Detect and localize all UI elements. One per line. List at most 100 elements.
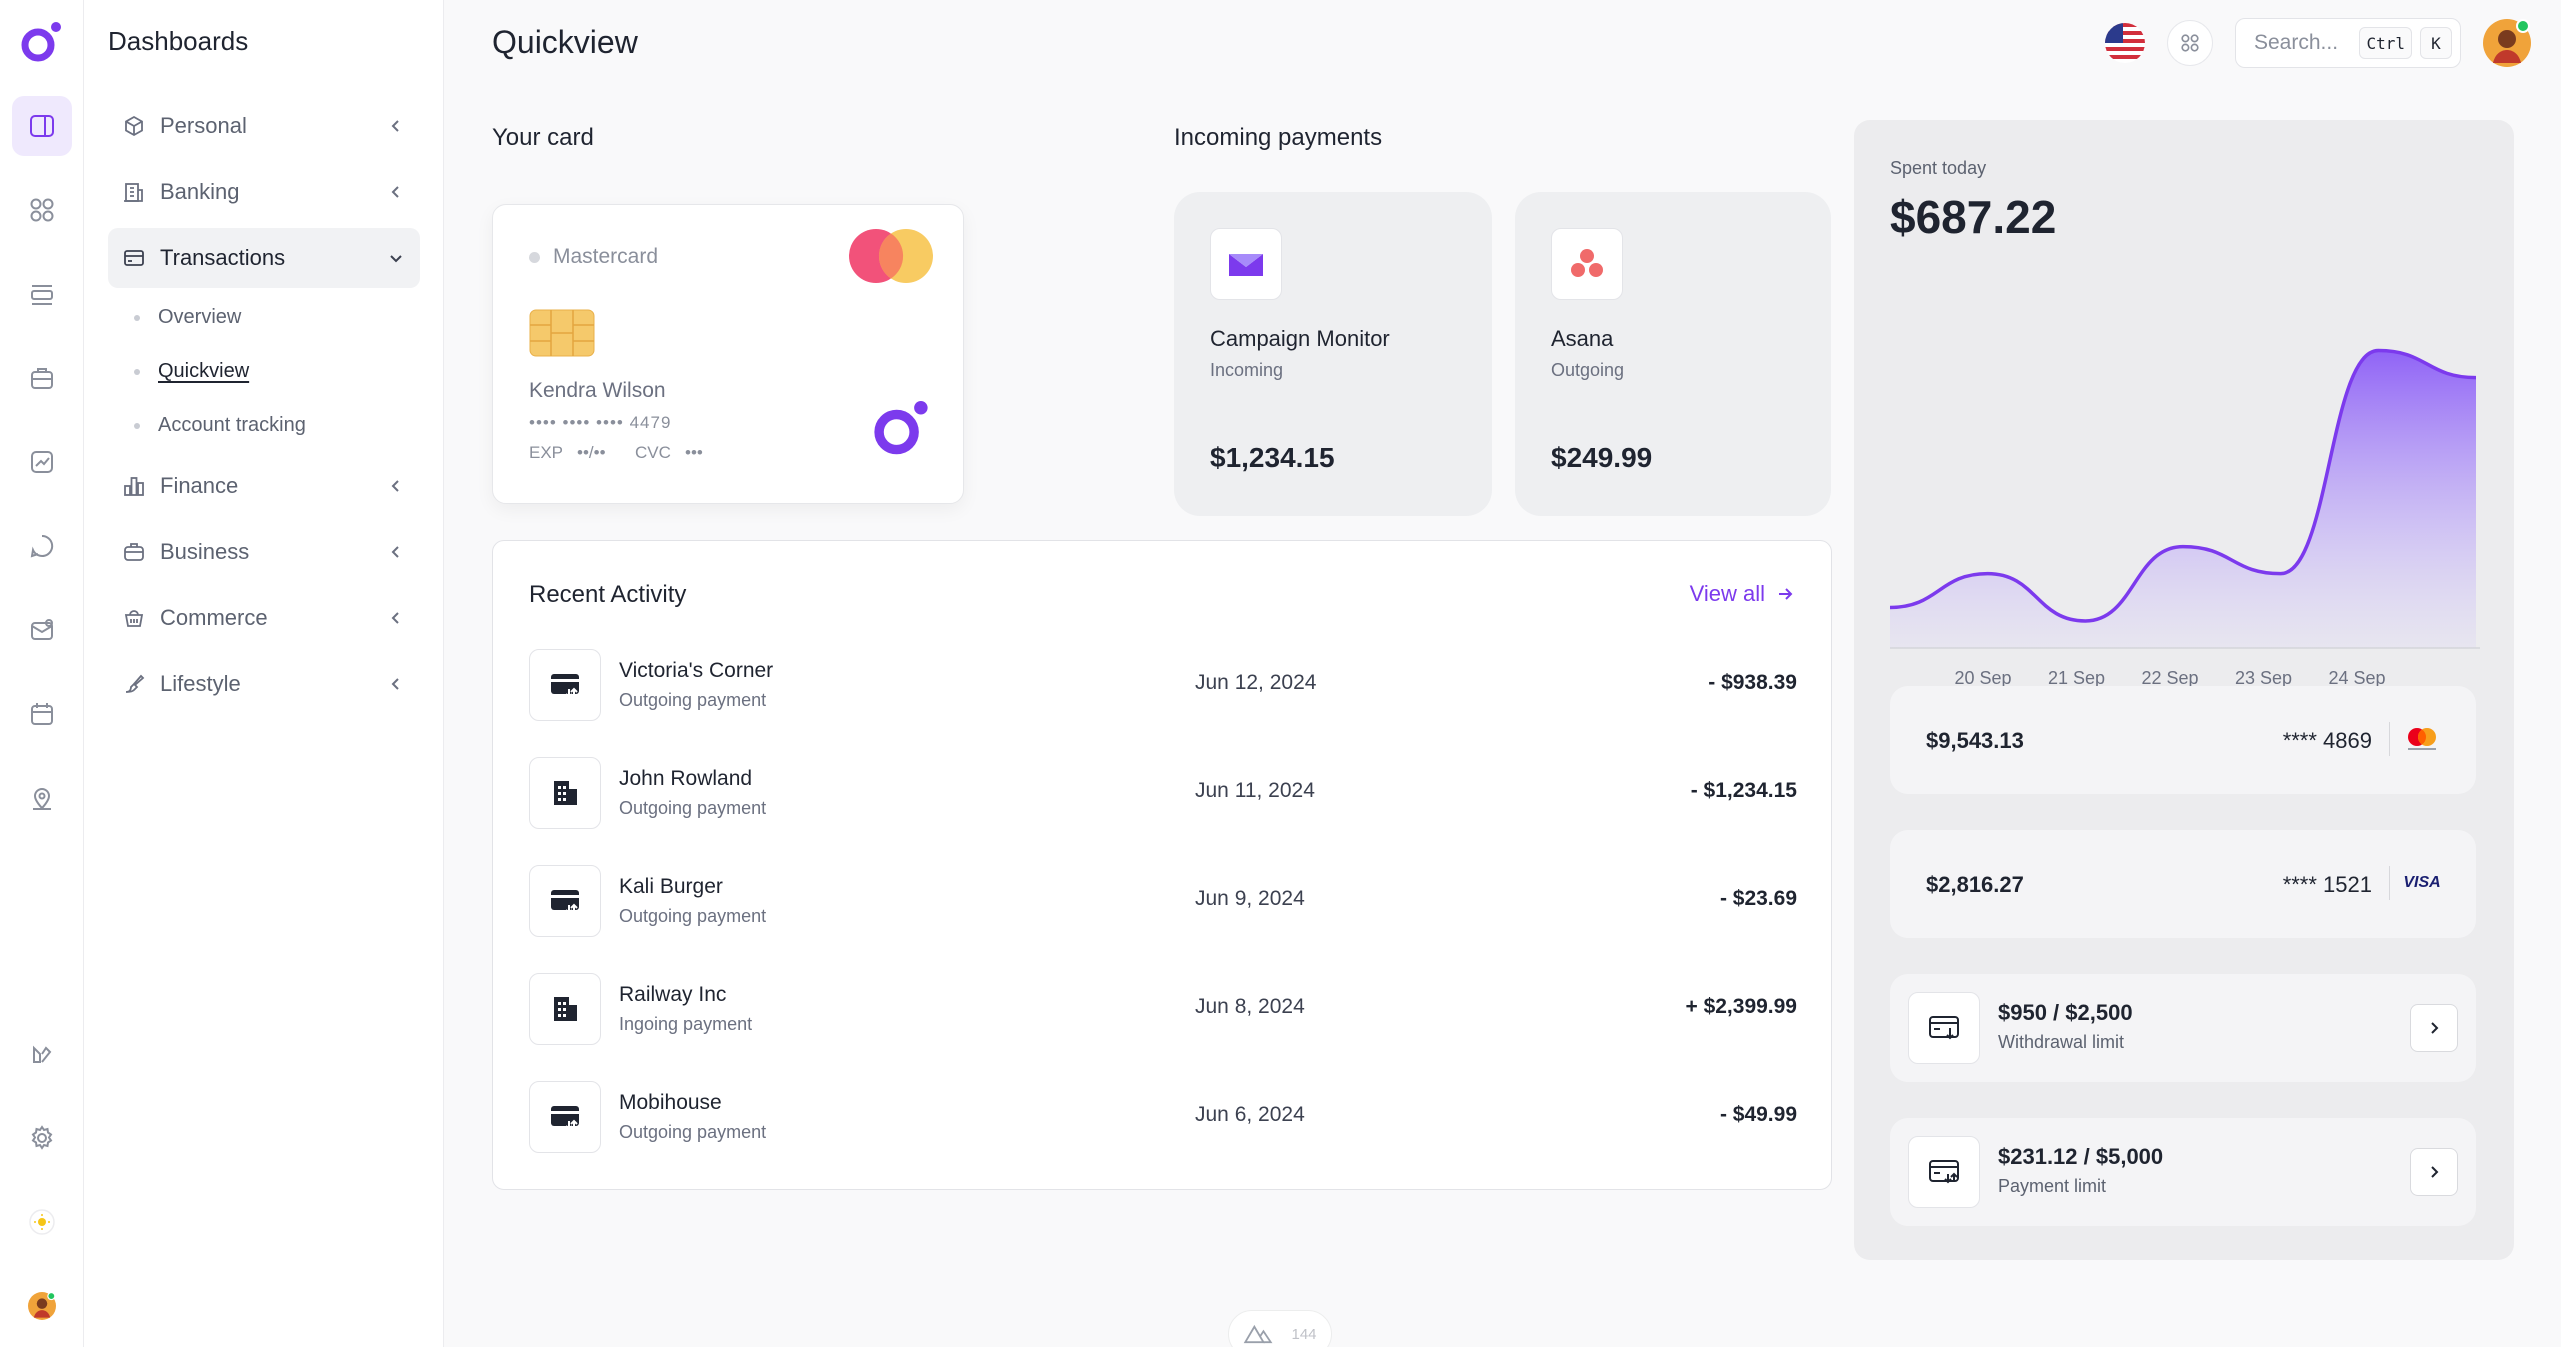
payment-type: Outgoing [1551, 360, 1625, 380]
location-icon[interactable] [12, 768, 72, 828]
mastercard-logo-icon [849, 229, 933, 283]
app-logo-icon[interactable] [19, 19, 65, 65]
status-dot [529, 252, 540, 263]
card-number: •••• •••• •••• 4479 [529, 413, 672, 432]
activity-type: Outgoing payment [619, 798, 767, 818]
visa-logo-icon: VISA [2403, 874, 2441, 891]
bullet-dot [134, 314, 140, 321]
activity-type: Outgoing payment [619, 1122, 767, 1142]
activity-name: Railway Inc [619, 983, 727, 1006]
activity-name: Mobihouse [619, 1091, 722, 1114]
chevron-left-icon [391, 546, 399, 558]
layers-icon[interactable] [12, 265, 72, 325]
activity-type: Outgoing payment [619, 906, 767, 926]
sidebar-item-label: Lifestyle [160, 671, 241, 696]
spent-today-value: $687.22 [1890, 191, 2057, 243]
payment-limit-open-button[interactable] [2410, 1148, 2458, 1196]
activity-row[interactable]: John Rowland Outgoing payment Jun 11, 20… [529, 757, 1797, 829]
view-all-label: View all [1689, 581, 1765, 606]
activity-name: Victoria's Corner [619, 659, 774, 682]
account-balance: $2,816.27 [1926, 872, 2024, 897]
limit-label: Withdrawal limit [1998, 1032, 2125, 1052]
sidebar-item-business[interactable]: Business [108, 522, 420, 582]
sidebar-item-personal[interactable]: Personal [108, 96, 420, 156]
x-tick-label: 20 Sep [1954, 668, 2011, 688]
activity-date: Jun 11, 2024 [1195, 779, 1315, 802]
payment-card-campaign-monitor[interactable]: Campaign Monitor Incoming $1,234.15 [1174, 192, 1492, 516]
card-transfer-icon [529, 865, 601, 937]
activity-row[interactable]: Victoria's Corner Outgoing payment Jun 1… [529, 649, 1797, 721]
chevron-left-icon [391, 612, 399, 624]
activity-row[interactable]: Kali Burger Outgoing payment Jun 9, 2024… [529, 865, 1797, 937]
credit-card-icon [124, 250, 144, 266]
theme-toggle-sun-icon[interactable] [12, 1192, 72, 1252]
subitem-label: Overview [158, 306, 242, 328]
payment-card-asana[interactable]: Asana Outgoing $249.99 [1515, 192, 1831, 516]
view-all-link[interactable]: View all [1690, 581, 1795, 607]
sidebar-toggle-icon[interactable] [12, 96, 72, 156]
activity-row[interactable]: Mobihouse Outgoing payment Jun 6, 2024 -… [529, 1081, 1797, 1153]
sidebar-item-banking[interactable]: Banking [108, 162, 420, 222]
incoming-payments-heading: Incoming payments [1174, 124, 1383, 151]
dev-tools-badge[interactable]: 144 [1228, 1310, 1332, 1347]
activity-row[interactable]: Railway Inc Ingoing payment Jun 8, 2024 … [529, 973, 1797, 1045]
footer-count: 144 [1291, 1325, 1317, 1343]
chevron-right-icon [2431, 1022, 2439, 1034]
recent-activity-panel: Recent Activity View all Victoria's Corn… [492, 540, 1832, 1190]
withdrawal-limit-open-button[interactable] [2410, 1004, 2458, 1052]
chevron-left-icon [391, 480, 399, 492]
chevron-left-icon [391, 678, 399, 690]
sidebar-subitem-overview[interactable]: Overview [134, 306, 241, 329]
chevron-left-icon [391, 186, 399, 198]
chat-icon[interactable] [12, 516, 72, 576]
palette-brush-icon [125, 674, 145, 693]
sidebar-item-label: Finance [160, 473, 239, 498]
card-transfer-icon [529, 649, 601, 721]
withdrawal-limit-card[interactable]: $950 / $2,500 Withdrawal limit [1890, 974, 2476, 1082]
activity-date: Jun 6, 2024 [1195, 1103, 1305, 1126]
calendar-icon[interactable] [12, 684, 72, 744]
sidebar: Dashboards Personal Banking Transactions… [84, 0, 444, 1347]
activity-type: Outgoing payment [619, 690, 767, 710]
subitem-label: Account tracking [158, 414, 306, 436]
card-exp-label: EXP [529, 443, 564, 462]
activity-amount: - $49.99 [1719, 1103, 1797, 1126]
search-input[interactable]: Search... Ctrl K [2235, 18, 2461, 68]
sidebar-item-label: Transactions [160, 245, 286, 270]
briefcase-icon[interactable] [12, 348, 72, 408]
recent-activity-title: Recent Activity [529, 581, 687, 608]
chart-icon[interactable] [12, 432, 72, 492]
activity-type: Ingoing payment [619, 1014, 753, 1034]
grid-icon[interactable] [12, 180, 72, 240]
mastercard-logo-icon [2402, 722, 2442, 756]
x-tick-label: 22 Sep [2141, 668, 2198, 688]
search-placeholder: Search... [2254, 31, 2339, 54]
sidebar-item-lifestyle[interactable]: Lifestyle [108, 654, 420, 714]
sidebar-item-finance[interactable]: Finance [108, 456, 420, 516]
sidebar-subitem-account-tracking[interactable]: Account tracking [134, 414, 306, 437]
account-card-mastercard[interactable]: $9,543.13 **** 4869 [1890, 686, 2476, 794]
page-title: Quickview [492, 24, 638, 60]
settings-icon[interactable] [12, 1108, 72, 1168]
us-flag-icon[interactable] [2105, 23, 2145, 63]
bank-building-icon [124, 183, 143, 202]
header-avatar[interactable] [2483, 19, 2531, 67]
apps-grid-button[interactable] [2167, 20, 2213, 66]
user-avatar[interactable] [12, 1276, 72, 1336]
building-icon [529, 973, 601, 1045]
credit-card[interactable]: Mastercard Kendra Wilson •••• •••• •••• … [492, 204, 964, 504]
asana-logo-icon [1551, 228, 1623, 300]
bar-chart-icon [124, 477, 144, 496]
sidebar-item-transactions[interactable]: Transactions [108, 228, 420, 288]
divider [2389, 722, 2390, 756]
customize-icon[interactable] [12, 1024, 72, 1084]
account-balance: $9,543.13 [1926, 728, 2024, 753]
sidebar-subitem-quickview[interactable]: Quickview [134, 360, 249, 383]
card-transfer-icon [529, 1081, 601, 1153]
account-card-visa[interactable]: $2,816.27 **** 1521 VISA [1890, 830, 2476, 938]
payment-limit-card[interactable]: $231.12 / $5,000 Payment limit [1890, 1118, 2476, 1226]
card-withdraw-icon [1908, 992, 1980, 1064]
sidebar-item-commerce[interactable]: Commerce [108, 588, 420, 648]
mail-icon[interactable] [12, 600, 72, 660]
card-exp-value: ••/•• [577, 443, 606, 462]
